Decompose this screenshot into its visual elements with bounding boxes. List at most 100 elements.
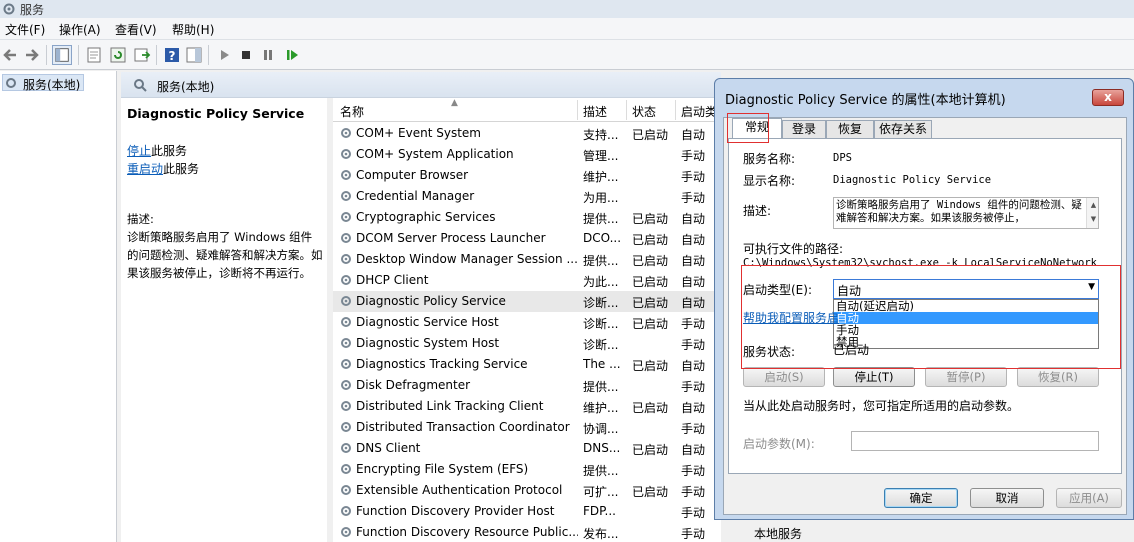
service-gear-icon <box>339 189 353 203</box>
service-description-cell: 诊断... <box>583 296 619 310</box>
properties-icon[interactable] <box>84 45 104 65</box>
table-row[interactable]: COM+ System Application 管理... 手动 <box>333 144 721 165</box>
resume-button[interactable]: 恢复(R) <box>1017 367 1099 387</box>
tree-node-services-local[interactable]: 服务(本地) <box>2 74 84 92</box>
table-row[interactable]: DHCP Client 为此... 已启动 自动 <box>333 270 721 291</box>
refresh-icon[interactable] <box>108 45 128 65</box>
service-description-cell: DNS... <box>583 441 621 455</box>
restart-service-icon[interactable] <box>282 45 302 65</box>
service-description-cell: 提供... <box>583 212 619 226</box>
service-gear-icon <box>339 294 353 308</box>
service-description-cell: 维护... <box>583 401 619 415</box>
table-row[interactable]: Credential Manager 为用... 手动 <box>333 186 721 207</box>
service-gear-icon <box>339 378 353 392</box>
service-gear-icon <box>339 357 353 371</box>
table-row[interactable]: COM+ Event System 支持... 已启动 自动 <box>333 123 721 144</box>
table-row[interactable]: Encrypting File System (EFS) 提供... 手动 <box>333 459 721 480</box>
menu-help[interactable]: 帮助(H) <box>172 21 214 38</box>
table-row[interactable]: Desktop Window Manager Session ... 提供... 已… <box>333 249 721 270</box>
restart-service-link[interactable]: 重启动 <box>127 162 163 176</box>
tab-logon[interactable]: 登录 <box>782 120 826 138</box>
back-arrow-icon[interactable] <box>0 45 20 65</box>
table-row[interactable]: Function Discovery Provider Host FDP... 手动 <box>333 501 721 522</box>
services-list: 名称 ▲ 描述 状态 启动类 COM+ Event System 支持... 已启动… <box>333 98 721 542</box>
column-header-status[interactable]: 状态 <box>632 103 656 120</box>
forward-arrow-icon[interactable] <box>22 45 42 65</box>
service-name-value: DPS <box>833 152 852 164</box>
menu-file[interactable]: 文件(F) <box>5 21 45 38</box>
table-row[interactable]: Computer Browser 维护... 手动 <box>333 165 721 186</box>
table-row[interactable]: Function Discovery Resource Public... 发布.… <box>333 522 721 542</box>
cancel-button[interactable]: 取消 <box>970 488 1044 508</box>
services-gear-icon <box>6 78 16 88</box>
table-row[interactable]: Distributed Link Tracking Client 维护... 已启动… <box>333 396 721 417</box>
service-name-cell: COM+ System Application <box>356 147 514 161</box>
service-gear-icon <box>339 315 353 329</box>
ok-button[interactable]: 确定 <box>884 488 958 508</box>
start-button[interactable]: 启动(S) <box>743 367 825 387</box>
close-button[interactable]: x <box>1092 89 1124 106</box>
table-row[interactable]: DNS Client DNS... 已启动 自动 <box>333 438 721 459</box>
service-name-cell: Credential Manager <box>356 189 475 203</box>
table-row[interactable]: Disk Defragmenter 提供... 手动 <box>333 375 721 396</box>
stop-service-link[interactable]: 停止 <box>127 144 151 158</box>
menu-action[interactable]: 操作(A) <box>59 21 101 38</box>
service-description-cell: 提供... <box>583 254 619 268</box>
apply-button[interactable]: 应用(A) <box>1056 488 1122 508</box>
service-name-cell: Function Discovery Provider Host <box>356 504 555 518</box>
table-row[interactable]: Diagnostic System Host 诊断... 手动 <box>333 333 721 354</box>
service-gear-icon <box>339 231 353 245</box>
service-description-cell: 协调... <box>583 422 619 436</box>
start-service-icon[interactable] <box>214 45 234 65</box>
service-status-cell: 已启动 <box>632 401 669 415</box>
service-startup-cell: 手动 <box>681 464 706 478</box>
display-name-label: 显示名称: <box>743 174 796 188</box>
description-box[interactable]: 诊断策略服务启用了 Windows 组件的问题检测、疑难解答和解决方案。如果该服… <box>833 197 1099 229</box>
table-row[interactable]: Diagnostic Policy Service 诊断... 已启动 自动 <box>333 291 721 312</box>
service-startup-cell: 手动 <box>681 149 706 163</box>
tab-recovery[interactable]: 恢复 <box>826 120 874 138</box>
table-row[interactable]: Distributed Transaction Coordinator 协调...… <box>333 417 721 438</box>
pause-service-icon[interactable] <box>258 45 278 65</box>
column-header-description[interactable]: 描述 <box>583 103 607 120</box>
service-startup-cell: 手动 <box>681 422 706 436</box>
menu-view[interactable]: 查看(V) <box>115 21 157 38</box>
service-gear-icon <box>339 420 353 434</box>
stop-button[interactable]: 停止(T) <box>833 367 915 387</box>
description-label: 描述: <box>743 204 772 218</box>
service-description-cell: FDP... <box>583 504 616 518</box>
start-parameters-input[interactable] <box>851 431 1099 451</box>
tab-dependencies[interactable]: 依存关系 <box>874 120 932 138</box>
description-scrollbar[interactable]: ▲ ▼ <box>1086 198 1098 228</box>
show-action-pane-icon[interactable] <box>184 45 204 65</box>
service-description-cell: 可扩... <box>583 485 619 499</box>
table-row[interactable]: Diagnostic Service Host 诊断... 已启动 手动 <box>333 312 721 333</box>
table-row[interactable]: Extensible Authentication Protocol 可扩... 已… <box>333 480 721 501</box>
service-description-cell: 提供... <box>583 464 619 478</box>
menu-bar: 文件(F) 操作(A) 查看(V) 帮助(H) <box>0 18 1134 40</box>
table-row[interactable]: Cryptographic Services 提供... 已启动 自动 <box>333 207 721 228</box>
service-description-cell: 发布... <box>583 527 619 541</box>
table-row[interactable]: Diagnostics Tracking Service The ... 已启动 自动 <box>333 354 721 375</box>
pause-button[interactable]: 暂停(P) <box>925 367 1007 387</box>
display-name-value: Diagnostic Policy Service <box>833 174 992 186</box>
stop-service-icon[interactable] <box>236 45 256 65</box>
show-console-tree-icon[interactable] <box>52 45 72 65</box>
service-name-cell: Diagnostic System Host <box>356 336 500 350</box>
service-gear-icon <box>339 336 353 350</box>
help-icon[interactable]: ? <box>162 45 182 65</box>
service-description-cell: 诊断... <box>583 317 619 331</box>
service-description-cell: The ... <box>583 357 621 371</box>
service-gear-icon <box>339 399 353 413</box>
export-list-icon[interactable] <box>132 45 152 65</box>
table-row[interactable]: DCOM Server Process Launcher DCO... 已启动 自动 <box>333 228 721 249</box>
service-description-cell: 诊断... <box>583 338 619 352</box>
service-startup-cell: 自动 <box>681 443 706 457</box>
description-label: 描述: <box>127 212 154 226</box>
service-name-cell: Diagnostic Service Host <box>356 315 499 329</box>
column-header-name[interactable]: 名称 <box>340 103 364 120</box>
service-gear-icon <box>339 126 353 140</box>
column-header-startup-type[interactable]: 启动类 <box>681 103 717 120</box>
service-name-cell: Diagnostics Tracking Service <box>356 357 528 371</box>
service-startup-cell: 自动 <box>681 401 706 415</box>
